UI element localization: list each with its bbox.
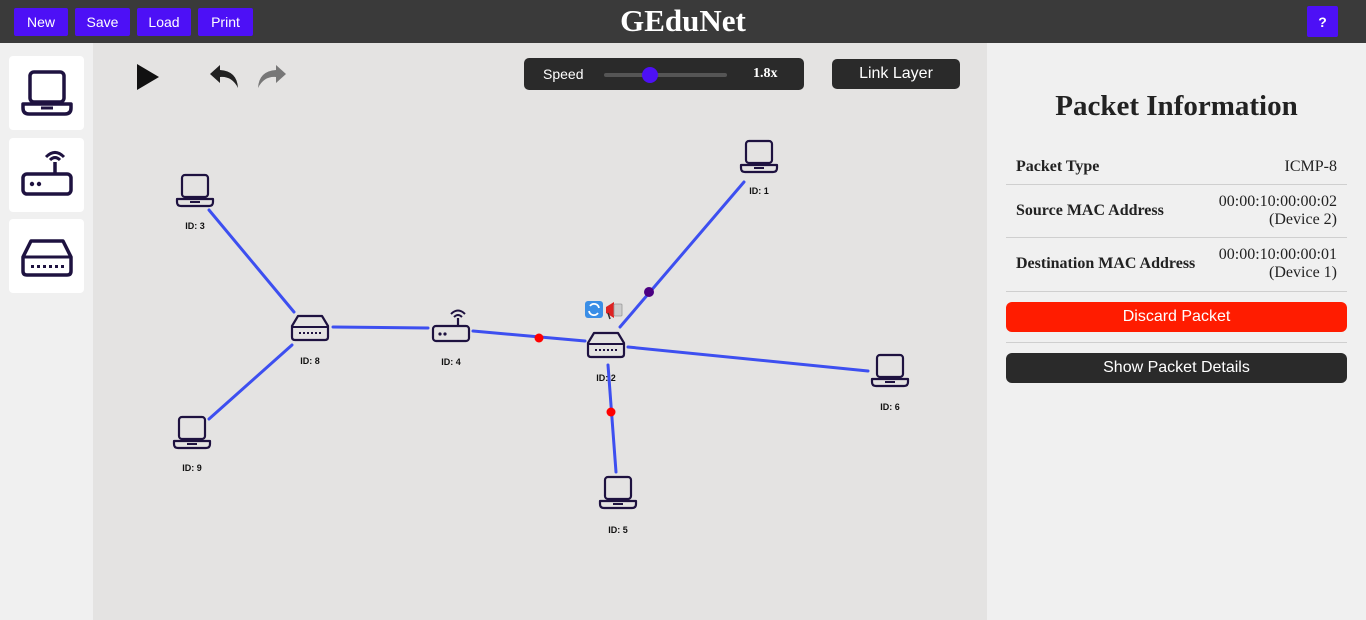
- device-2-status: [585, 301, 623, 320]
- switch-icon: [586, 331, 626, 359]
- info-key: Packet Type: [1006, 150, 1208, 185]
- device-label: ID: 2: [596, 373, 616, 383]
- info-value-line: 00:00:10:00:00:02: [1218, 193, 1337, 210]
- link-3-8[interactable]: [207, 208, 296, 314]
- info-value: ICMP-8: [1207, 150, 1347, 185]
- divider: [1006, 342, 1347, 343]
- device-2[interactable]: ID: 2: [586, 331, 626, 383]
- info-value-line: ICMP-8: [1284, 158, 1337, 175]
- device-label: ID: 1: [749, 186, 769, 196]
- device-3[interactable]: ID: 3: [175, 173, 215, 231]
- link-8-4[interactable]: [331, 325, 430, 330]
- device-label: ID: 4: [441, 357, 461, 367]
- divider: [1006, 291, 1347, 292]
- packet-dot[interactable]: [534, 333, 544, 343]
- packet-info-title: Packet Information: [1055, 90, 1298, 122]
- device-5[interactable]: ID: 5: [598, 475, 638, 535]
- device-label: ID: 6: [880, 402, 900, 412]
- show-packet-details-button[interactable]: Show Packet Details: [1006, 353, 1347, 383]
- router-icon: [431, 309, 471, 343]
- packet-dot-selected[interactable]: [644, 287, 654, 297]
- megaphone-icon: [606, 302, 614, 318]
- info-value: 00:00:10:00:00:02 (Device 2): [1207, 184, 1347, 238]
- device-label: ID: 5: [608, 525, 628, 535]
- laptop-icon: [598, 475, 638, 510]
- device-label: ID: 8: [300, 356, 320, 366]
- link-9-8[interactable]: [207, 343, 294, 421]
- laptop-icon: [870, 353, 910, 388]
- device-1[interactable]: ID: 1: [739, 139, 779, 196]
- device-6[interactable]: ID: 6: [870, 353, 910, 412]
- info-value-device: (Device 1): [1269, 264, 1337, 281]
- info-value-line: 00:00:10:00:00:01: [1218, 246, 1337, 263]
- device-8[interactable]: ID: 8: [290, 314, 330, 366]
- info-value: 00:00:10:00:00:01 (Device 1): [1207, 238, 1347, 291]
- info-key: Source MAC Address: [1006, 184, 1208, 238]
- packet-dot[interactable]: [606, 407, 616, 417]
- device-4[interactable]: ID: 4: [431, 309, 471, 368]
- packet-info-table: Packet Type ICMP-8 Source MAC Address 00…: [1006, 150, 1347, 290]
- device-label: ID: 3: [185, 221, 205, 231]
- info-row-destination-mac: Destination MAC Address 00:00:10:00:00:0…: [1006, 238, 1347, 291]
- laptop-icon: [175, 173, 215, 208]
- info-value-device: (Device 2): [1269, 211, 1337, 228]
- link-4-2[interactable]: [471, 329, 587, 343]
- laptop-icon: [172, 415, 212, 450]
- network-diagram: ID: 1 ID: 2 ID: 3 ID: 4 ID: 5 ID: 6 ID: …: [172, 139, 910, 535]
- device-9[interactable]: ID: 9: [172, 415, 212, 473]
- discard-packet-button[interactable]: Discard Packet: [1006, 302, 1347, 332]
- info-row-packet-type: Packet Type ICMP-8: [1006, 150, 1347, 185]
- link-2-1[interactable]: [618, 180, 746, 329]
- switch-icon: [290, 314, 330, 342]
- info-key: Destination MAC Address: [1016, 255, 1196, 272]
- info-row-source-mac: Source MAC Address 00:00:10:00:00:02 (Dev…: [1006, 184, 1347, 238]
- device-label: ID: 9: [182, 463, 202, 473]
- help-button[interactable]: ?: [1307, 6, 1338, 37]
- link-2-6[interactable]: [626, 345, 870, 373]
- packet-info-panel: Packet Information Packet Type ICMP-8 So…: [987, 43, 1366, 620]
- laptop-icon: [739, 139, 779, 174]
